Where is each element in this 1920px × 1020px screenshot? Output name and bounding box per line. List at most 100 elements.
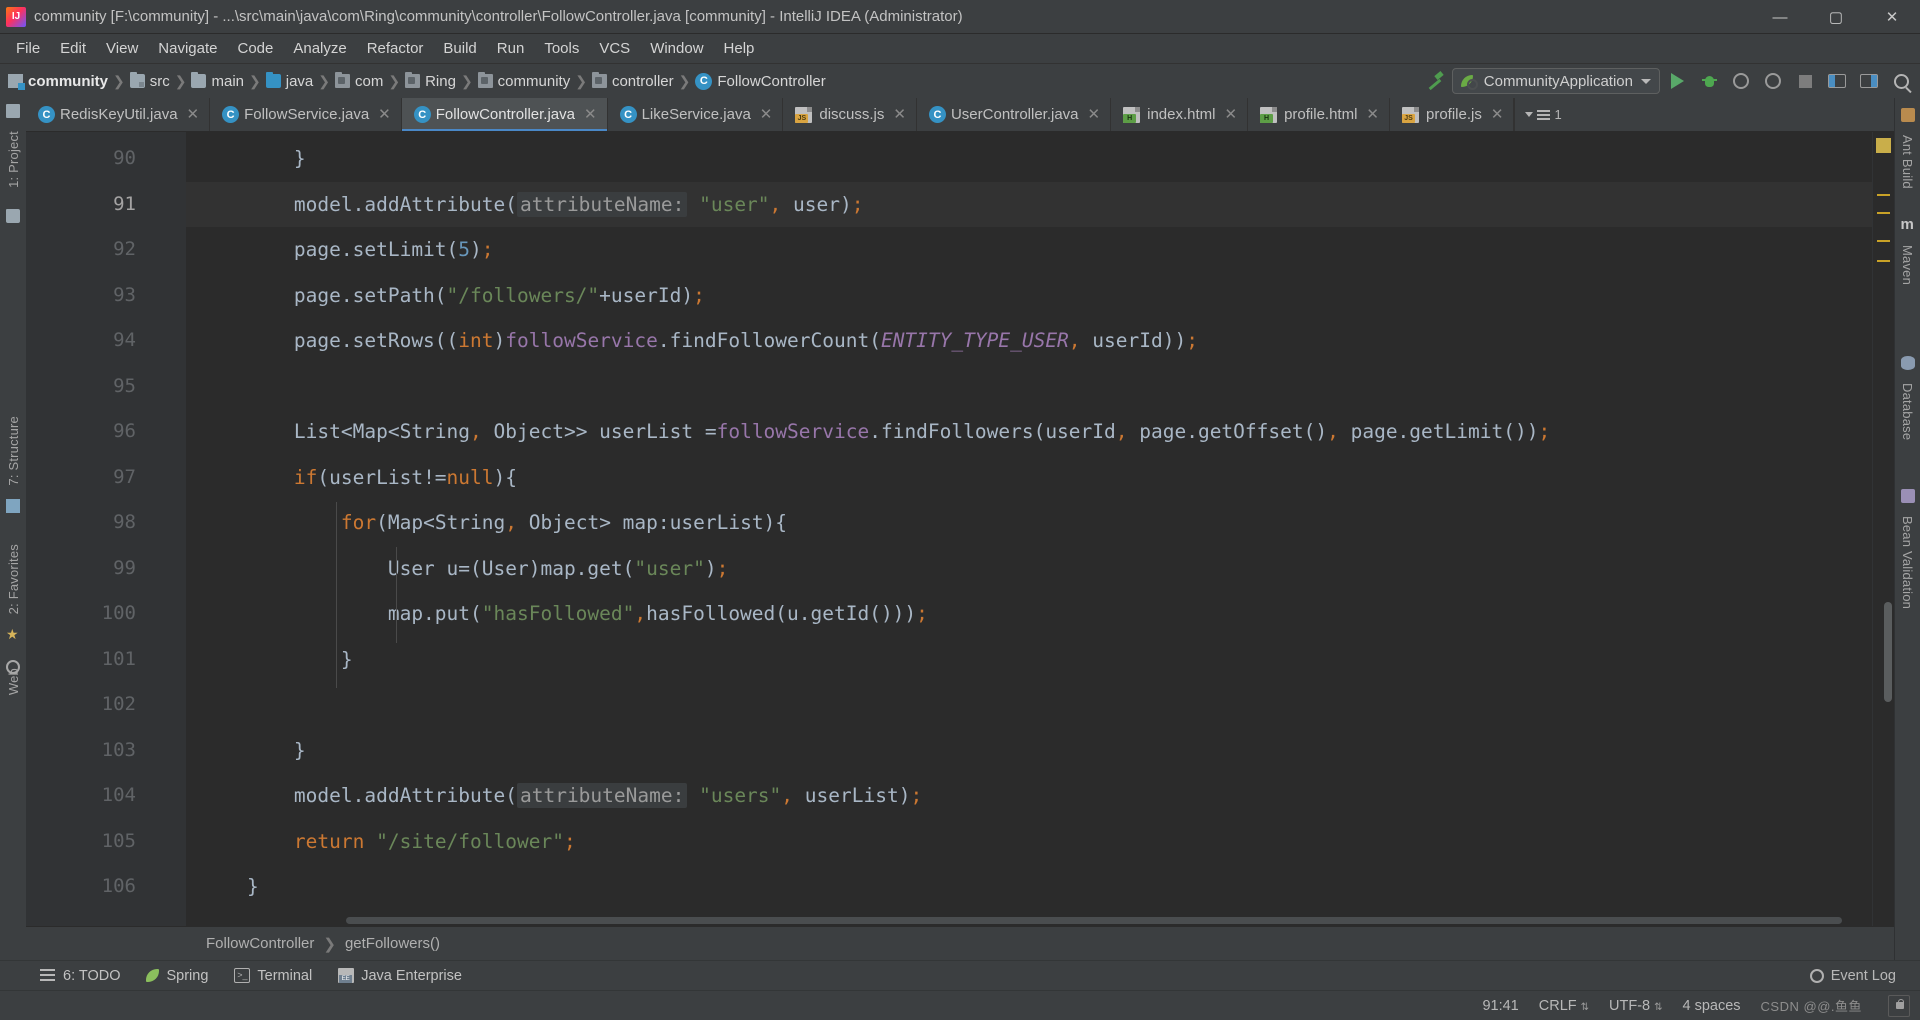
menu-analyze[interactable]: Analyze xyxy=(283,37,356,60)
tab-followservice-java[interactable]: C FollowService.java ✕ xyxy=(210,98,402,131)
close-icon[interactable]: ✕ xyxy=(584,107,597,122)
breadcrumb-method[interactable]: getFollowers() xyxy=(345,935,440,952)
event-log-button[interactable]: Event Log xyxy=(1809,968,1896,984)
nav-crumb-community[interactable]: community xyxy=(8,73,108,90)
warning-marker[interactable] xyxy=(1877,240,1890,242)
layout-left-icon xyxy=(1828,74,1846,88)
breadcrumb-class[interactable]: FollowController xyxy=(206,935,314,952)
menu-code[interactable]: Code xyxy=(227,37,283,60)
run-button[interactable] xyxy=(1662,66,1692,96)
close-icon[interactable]: ✕ xyxy=(1224,107,1237,122)
nav-crumb-main[interactable]: main xyxy=(191,72,244,90)
layout-right-button[interactable] xyxy=(1854,66,1884,96)
toolwindow-todo[interactable]: 6: TODO xyxy=(40,968,120,984)
warning-marker[interactable] xyxy=(1877,260,1890,262)
inspection-status-icon[interactable] xyxy=(1876,138,1891,153)
code-editor[interactable]: 90 91 92 93 94 95 96 97 98 99 100 101 10… xyxy=(26,132,1894,926)
tab-profile-html[interactable]: profile.html ✕ xyxy=(1248,98,1390,131)
close-icon[interactable]: ✕ xyxy=(378,107,391,122)
layout-left-button[interactable] xyxy=(1822,66,1852,96)
debug-button[interactable] xyxy=(1694,66,1724,96)
sidebar-item-maven[interactable]: Maven xyxy=(1900,238,1915,292)
nav-crumb-ring[interactable]: Ring xyxy=(405,72,456,90)
nav-crumb-followcontroller[interactable]: C FollowController xyxy=(695,72,826,90)
file-encoding[interactable]: UTF-8 ⇅ xyxy=(1609,998,1662,1014)
ant-icon[interactable] xyxy=(1900,108,1915,122)
bean-validation-icon[interactable] xyxy=(1900,489,1915,504)
warning-marker[interactable] xyxy=(1877,212,1890,214)
tab-followcontroller-java[interactable]: C FollowController.java ✕ xyxy=(401,98,608,131)
menu-vcs[interactable]: VCS xyxy=(589,37,640,60)
menu-help[interactable]: Help xyxy=(714,37,765,60)
menu-view[interactable]: View xyxy=(96,37,148,60)
line-separator[interactable]: CRLF ⇅ xyxy=(1539,998,1589,1014)
tab-rediskeyutil-java[interactable]: C RedisKeyUtil.java ✕ xyxy=(26,98,211,131)
minimize-button[interactable]: — xyxy=(1752,0,1808,34)
menu-build[interactable]: Build xyxy=(433,37,486,60)
menu-edit[interactable]: Edit xyxy=(50,37,96,60)
fold-gutter[interactable] xyxy=(146,132,186,926)
nav-crumb-com[interactable]: com xyxy=(335,72,383,90)
stop-icon xyxy=(1798,74,1812,88)
close-icon[interactable]: ✕ xyxy=(760,107,773,122)
sidebar-item-ant-build[interactable]: Ant Build xyxy=(1900,128,1915,196)
line-number: 91 xyxy=(113,192,136,215)
run-configuration-selector[interactable]: CommunityApplication xyxy=(1451,68,1660,94)
nav-crumb-community-pkg[interactable]: community xyxy=(477,72,570,90)
line-number: 106 xyxy=(101,875,136,897)
sidebar-item-structure[interactable]: 7: Structure xyxy=(6,409,21,493)
nav-crumb-controller[interactable]: controller xyxy=(591,72,674,90)
vertical-scrollbar[interactable] xyxy=(1884,602,1892,702)
build-project-button[interactable] xyxy=(1420,66,1450,96)
sidebar-item-database[interactable]: Database xyxy=(1900,376,1915,447)
menu-window[interactable]: Window xyxy=(640,37,713,60)
sidebar-item-favorites[interactable]: 2: Favorites xyxy=(6,537,21,621)
database-icon[interactable] xyxy=(1900,355,1915,370)
profile-button[interactable] xyxy=(1758,66,1788,96)
maven-icon[interactable]: m xyxy=(1901,217,1915,232)
read-only-lock-icon[interactable] xyxy=(1888,994,1910,1017)
close-icon[interactable]: ✕ xyxy=(1366,107,1379,122)
structure-icon[interactable] xyxy=(6,498,20,513)
horizontal-scrollbar[interactable] xyxy=(346,917,1842,924)
intellij-window: community [F:\community] - ...\src\main\… xyxy=(0,0,1920,1020)
menu-refactor[interactable]: Refactor xyxy=(357,37,434,60)
indent-setting[interactable]: 4 spaces xyxy=(1683,998,1741,1014)
close-icon[interactable]: ✕ xyxy=(893,107,906,122)
tab-index-html[interactable]: index.html ✕ xyxy=(1111,98,1249,131)
run-with-coverage-button[interactable] xyxy=(1726,66,1756,96)
toolwindow-java-enterprise[interactable]: Java Enterprise xyxy=(338,968,462,984)
tab-discuss-js[interactable]: discuss.js ✕ xyxy=(783,98,917,131)
tab-label: profile.js xyxy=(1426,106,1482,123)
sidebar-item-project[interactable]: 1: Project xyxy=(6,124,21,195)
sidebar-item-bean-validation[interactable]: Bean Validation xyxy=(1900,509,1915,616)
search-everywhere-button[interactable] xyxy=(1886,66,1916,96)
line-number-gutter[interactable]: 90 91 92 93 94 95 96 97 98 99 100 101 10… xyxy=(26,132,146,926)
close-icon[interactable]: ✕ xyxy=(1088,107,1101,122)
tab-overflow-button[interactable]: 1 xyxy=(1514,98,1571,131)
tab-usercontroller-java[interactable]: C UserController.java ✕ xyxy=(916,98,1112,131)
warning-marker[interactable] xyxy=(1877,194,1890,196)
folder-icon[interactable] xyxy=(6,208,20,223)
toolwindow-terminal[interactable]: >_ Terminal xyxy=(234,968,312,984)
menu-tools[interactable]: Tools xyxy=(534,37,589,60)
tab-likeservice-java[interactable]: C LikeService.java ✕ xyxy=(607,98,784,131)
toolwindow-spring[interactable]: Spring xyxy=(146,968,208,984)
nav-crumb-src[interactable]: src xyxy=(129,72,170,90)
close-icon[interactable]: ✕ xyxy=(187,107,200,122)
sidebar-item-web[interactable]: Web xyxy=(6,661,21,702)
nav-crumb-java[interactable]: java xyxy=(265,72,313,90)
menu-navigate[interactable]: Navigate xyxy=(148,37,227,60)
code-text[interactable]: } model.addAttribute(attributeName: "use… xyxy=(186,132,1872,926)
close-icon[interactable]: ✕ xyxy=(1491,107,1504,122)
project-window-icon[interactable] xyxy=(6,104,20,118)
favorites-star-icon[interactable]: ★ xyxy=(6,627,20,641)
analysis-marker-bar[interactable] xyxy=(1872,132,1894,926)
maximize-button[interactable]: ▢ xyxy=(1808,0,1864,34)
menu-file[interactable]: File xyxy=(6,37,50,60)
stop-button[interactable] xyxy=(1790,66,1820,96)
caret-position[interactable]: 91:41 xyxy=(1482,998,1518,1014)
close-button[interactable]: ✕ xyxy=(1864,0,1920,34)
tab-profile-js[interactable]: profile.js ✕ xyxy=(1390,98,1515,131)
menu-run[interactable]: Run xyxy=(487,37,535,60)
